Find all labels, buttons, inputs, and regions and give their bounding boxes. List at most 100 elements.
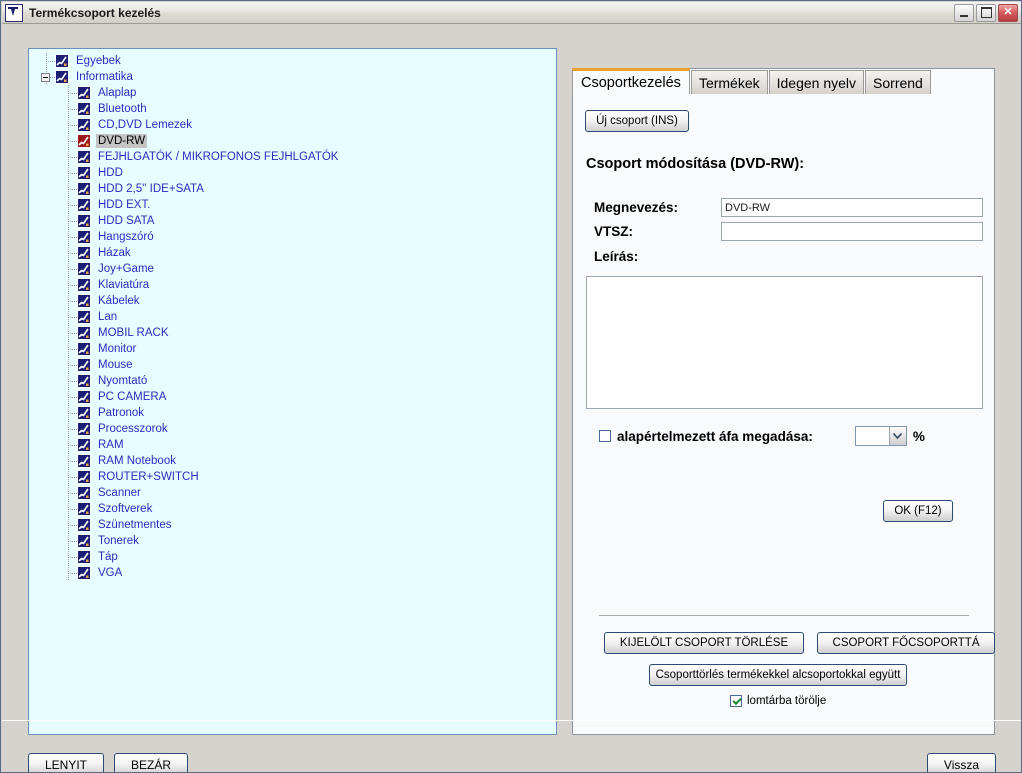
tree-item[interactable]: Egyebek [33,53,556,69]
minimize-button[interactable] [954,3,974,22]
expand-button[interactable]: LENYIT [28,753,104,772]
tree-item-label: Egyebek [76,55,121,67]
tree-item[interactable]: HDD [33,165,556,181]
tab-4[interactable]: Sorrend [865,70,931,94]
chart-icon [77,374,91,388]
tree-connector [68,285,77,286]
tree-item[interactable]: Szoftverek [33,501,556,517]
chart-icon [77,294,91,308]
tree-connector [68,493,77,494]
tree-item[interactable]: DVD-RW [33,133,556,149]
description-textarea[interactable] [586,276,983,409]
tree-item[interactable]: Nyomtató [33,373,556,389]
vtsz-input[interactable] [721,222,983,241]
tree-item[interactable]: Táp [33,549,556,565]
delete-group-with-products-button[interactable]: Csoporttörlés termékekkel alcsoportokkal… [649,664,907,686]
tree-item[interactable]: Scanner [33,485,556,501]
tree-item[interactable]: Tonerek [33,533,556,549]
tree-indent [33,277,77,293]
tree-item[interactable]: HDD EXT. [33,197,556,213]
trash-row: lomtárba törölje [730,695,826,707]
tree-item[interactable]: Patronok [33,405,556,421]
tree-indent [33,453,77,469]
vtsz-label: VTSZ: [594,224,633,239]
tree-item[interactable]: Processzorok [33,421,556,437]
delete-selected-group-button[interactable]: KIJELÖLT CSOPORT TÖRLÉSE [604,632,804,654]
tree-item[interactable]: Szünetmentes [33,517,556,533]
title-bar: Termékcsoport kezelés ✕ [2,2,1021,24]
tree-item[interactable]: Alaplap [33,85,556,101]
make-main-group-button[interactable]: CSOPORT FŐCSOPORTTÁ [817,632,995,654]
tree-indent [33,373,77,389]
tree-item[interactable]: Házak [33,245,556,261]
default-vat-row: alapértelmezett áfa megadása: % [599,426,925,446]
tree-item-label: Házak [98,247,131,259]
chart-icon [77,166,91,180]
default-vat-checkbox[interactable] [599,430,611,442]
category-tree-panel[interactable]: Egyebek Informatika Alaplap Bluetooth CD,DVD… [28,48,557,735]
chart-icon [77,566,91,580]
name-input[interactable] [721,198,983,217]
chart-icon [77,102,91,116]
chart-icon [77,486,91,500]
tree-item[interactable]: PC CAMERA [33,389,556,405]
tree-item[interactable]: CD,DVD Lemezek [33,117,556,133]
tree-item[interactable]: RAM Notebook [33,453,556,469]
tree-item[interactable]: HDD SATA [33,213,556,229]
tree-connector [68,557,77,558]
tab-2[interactable]: Termékek [690,70,768,94]
tree-item-label: HDD [98,167,123,179]
tree-connector [68,477,77,478]
tree-indent [33,213,77,229]
vat-percent-select[interactable] [854,426,907,446]
tree-connector [68,333,77,334]
tree-indent [33,245,77,261]
tree-item[interactable]: Kábelek [33,293,556,309]
tree-item[interactable]: HDD 2,5'' IDE+SATA [33,181,556,197]
tree-item[interactable]: ROUTER+SWITCH [33,469,556,485]
tree-item-label: DVD-RW [96,134,148,148]
tree-connector [68,301,77,302]
close-window-button[interactable]: BEZÁR [114,753,188,772]
tab-1[interactable]: Csoportkezelés [572,68,690,94]
tree-item[interactable]: Bluetooth [33,101,556,117]
back-button[interactable]: Vissza [927,753,996,772]
tree-item[interactable]: Lan [33,309,556,325]
chart-icon [77,278,91,292]
tree-item[interactable]: Monitor [33,341,556,357]
tree-item-label: Informatika [76,71,133,83]
tree-connector [68,189,77,190]
tree-item-label: Lan [98,311,118,323]
ok-button[interactable]: OK (F12) [883,500,953,522]
tree-item-label: PC CAMERA [98,391,167,403]
tree-indent [33,197,77,213]
new-group-button[interactable]: Új csoport (INS) [585,110,689,132]
tab-3[interactable]: Idegen nyelv [768,70,865,94]
tree-item[interactable]: MOBIL RACK [33,325,556,341]
section-title: Csoport módosítása (DVD-RW): [586,156,805,172]
tree-item-label: Szoftverek [98,503,153,515]
tree-item[interactable]: FEJHLGATÓK / MIKROFONOS FEJHLGATÓK [33,149,556,165]
maximize-button[interactable] [976,3,996,22]
tree-connector [68,269,77,270]
tree-item[interactable]: Mouse [33,357,556,373]
close-button[interactable]: ✕ [998,3,1018,22]
tree-connector [68,445,77,446]
tree-indent [33,533,77,549]
tree-item[interactable]: RAM [33,437,556,453]
chart-icon [77,150,91,164]
tree-item-label: HDD SATA [98,215,155,227]
tree-item[interactable]: Joy+Game [33,261,556,277]
tree-indent [33,149,77,165]
tree-item[interactable]: Hangszóró [33,229,556,245]
tree-item[interactable]: Informatika [33,69,556,85]
tree-item-label: Nyomtató [98,375,148,387]
move-to-trash-checkbox[interactable] [730,695,742,707]
tree-item[interactable]: Klaviatúra [33,277,556,293]
tree-indent [33,101,77,117]
chart-icon [77,422,91,436]
chart-icon [77,342,91,356]
chart-icon [77,182,91,196]
tree-item[interactable]: VGA [33,565,556,581]
tree-collapse-icon[interactable] [41,73,50,82]
